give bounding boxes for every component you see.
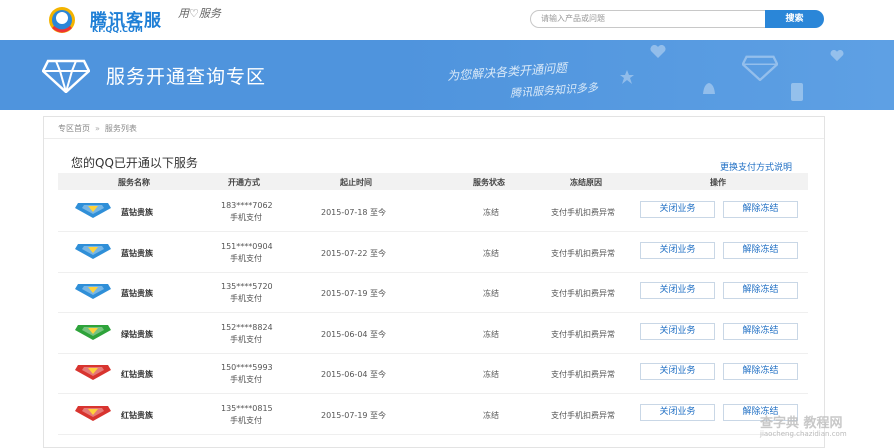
close-service-button[interactable]: 关闭业务 [640,241,715,259]
payment-method: 手机支付 [230,415,262,425]
decorative-heart-icon [830,50,844,62]
search-input[interactable]: 请输入产品或问题 [530,10,776,28]
service-period: 2015-06-04 至今 [321,370,387,379]
breadcrumb-home-link[interactable]: 专区首页 [58,124,90,133]
red-diamond-icon [75,365,111,380]
unfreeze-button[interactable]: 解除冻结 [723,282,798,299]
service-period: 2015-07-18 至今 [321,208,387,217]
breadcrumb-separator: » [95,124,100,133]
service-name: 蓝钻贵族 [121,208,153,217]
close-service-button[interactable]: 关闭业务 [640,282,715,299]
service-status: 冻结 [483,329,499,339]
freeze-reason: 支付手机扣费异常 [551,370,615,379]
table-row: 绿钻贵族 152****8824 手机支付 2015-06-04 至今 冻结 支付手机扣费… [58,313,808,354]
payment-account: 150****5993 [221,363,273,372]
close-service-button[interactable]: 关闭业务 [640,201,715,218]
service-status: 冻结 [483,410,499,420]
payment-method: 手机支付 [230,253,262,263]
column-header-reason: 冻结原因 [570,178,602,187]
table-row: 蓝钻贵族 151****0904 手机支付 2015-07-22 至今 冻结 支付手机扣费… [58,232,808,273]
payment-account: 152****8824 [221,322,273,332]
breadcrumb: 专区首页 » 服务列表 [58,123,137,134]
table-row: 红钻贵族 150****5993 手机支付 2015-06-04 至今 冻结 支付手机扣费… [58,353,808,394]
blue-diamond-icon [75,284,111,299]
blue-diamond-icon [75,243,111,259]
payment-method: 手机支付 [230,334,262,344]
table-row: 红钻贵族 135****0815 手机支付 2015-07-19 至今 冻结 支付手机扣费… [58,394,808,435]
close-service-button[interactable]: 关闭业务 [640,363,715,380]
payment-account: 135****0815 [221,403,273,413]
service-name: 绿钻贵族 [121,329,153,339]
banner-title: 服务开通查询专区 [106,66,267,88]
change-payment-link[interactable]: 更换支付方式说明 [720,160,792,173]
freeze-reason: 支付手机扣费异常 [551,208,615,217]
table-row: 蓝钻贵族 135****5720 手机支付 2015-07-19 至今 冻结 支付手机扣费… [58,272,808,313]
banner: 服务开通查询专区 为您解决各类开通问题 腾讯服务知识多多 [0,40,894,110]
divider [44,138,824,139]
column-header-period: 起止时间 [340,178,372,187]
breadcrumb-current: 服务列表 [104,124,137,133]
blue-diamond-icon [75,203,111,218]
close-service-button[interactable]: 关闭业务 [640,403,715,421]
logo-slogan: 用♡服务 [178,7,221,20]
freeze-reason: 支付手机扣费异常 [551,289,615,298]
service-list-card: 专区首页 » 服务列表 您的QQ已开通以下服务 更换支付方式说明 服务名称 开通方式… [43,116,825,448]
service-name: 红钻贵族 [121,370,153,379]
service-status: 冻结 [483,289,499,298]
payment-method: 手机支付 [230,294,262,303]
unfreeze-button[interactable]: 解除冻结 [723,201,798,218]
decorative-bell-icon [703,83,715,94]
service-period: 2015-07-19 至今 [321,289,387,298]
section-title: 您的QQ已开通以下服务 [71,156,198,170]
tencent-service-logo-icon[interactable] [47,5,77,35]
service-status: 冻结 [483,370,499,379]
logo-subtitle: KF.QQ.COM [92,25,143,34]
top-bar: 腾讯客服 KF.QQ.COM 用♡服务 请输入产品或问题 搜索 [0,0,894,40]
green-diamond-icon [75,324,111,340]
service-status: 冻结 [483,248,499,258]
service-period: 2015-06-04 至今 [321,329,387,339]
search-button[interactable]: 搜索 [765,10,824,28]
service-name: 蓝钻贵族 [121,289,153,298]
decorative-diamond-icon [742,55,778,81]
column-header-status: 服务状态 [473,178,505,187]
payment-account: 135****5720 [221,282,273,291]
unfreeze-button[interactable]: 解除冻结 [723,363,798,380]
unfreeze-button[interactable]: 解除冻结 [723,322,798,340]
payment-account: 183****7062 [221,201,273,210]
close-service-button[interactable]: 关闭业务 [640,322,715,340]
watermark: 查字典 教程网 [760,416,843,431]
column-header-actions: 操作 [710,178,726,187]
payment-method: 手机支付 [230,213,262,222]
service-name: 蓝钻贵族 [121,248,153,258]
service-period: 2015-07-22 至今 [321,248,387,258]
service-name: 红钻贵族 [121,410,153,420]
payment-method: 手机支付 [230,375,262,384]
red-diamond-icon [75,405,111,421]
column-header-method: 开通方式 [228,178,260,187]
table-row: 蓝钻贵族 183****7062 手机支付 2015-07-18 至今 冻结 支付手机扣费… [58,191,808,232]
service-period: 2015-07-19 至今 [321,410,387,420]
freeze-reason: 支付手机扣费异常 [551,410,615,420]
decorative-star-icon [620,70,634,84]
unfreeze-button[interactable]: 解除冻结 [723,241,798,259]
freeze-reason: 支付手机扣费异常 [551,329,615,339]
column-header-name: 服务名称 [118,178,150,187]
freeze-reason: 支付手机扣费异常 [551,248,615,258]
decorative-phone-icon [791,83,803,101]
decorative-heart-icon [650,45,666,58]
diamond-icon [42,59,90,93]
table-header: 服务名称 开通方式 起止时间 服务状态 冻结原因 操作 [58,173,808,190]
service-status: 冻结 [483,208,499,217]
payment-account: 151****0904 [221,241,273,251]
watermark-url: jiaocheng.chazidian.com [760,430,847,438]
